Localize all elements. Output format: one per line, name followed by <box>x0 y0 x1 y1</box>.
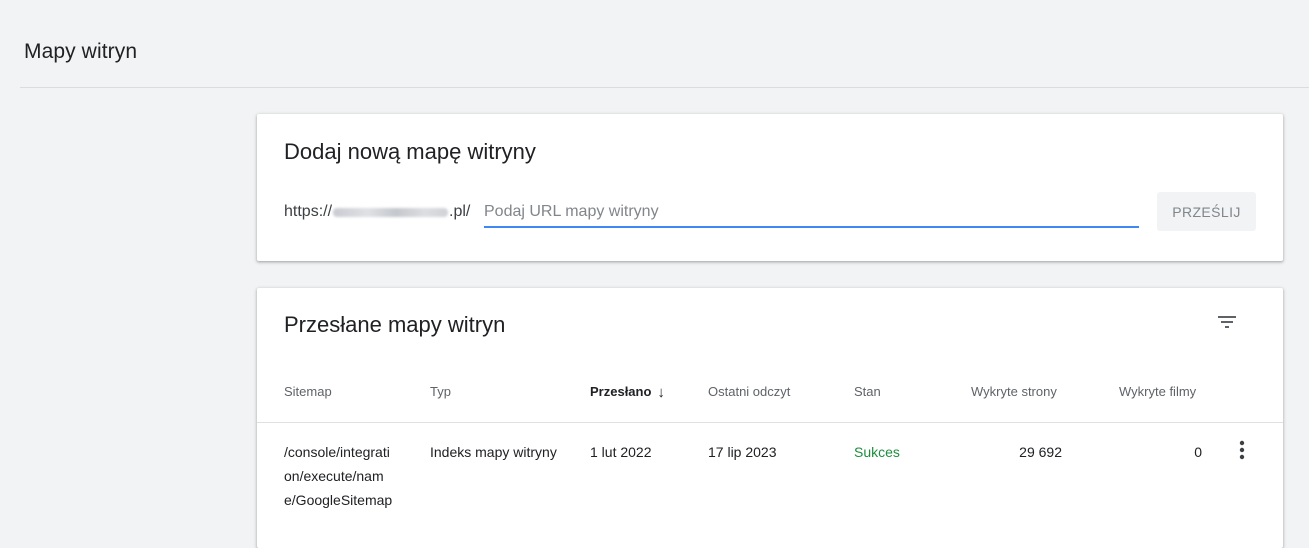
column-header-last-read[interactable]: Ostatni odczyt <box>708 384 790 399</box>
submit-button[interactable]: PRZEŚLIJ <box>1157 192 1256 231</box>
filter-icon[interactable] <box>1215 310 1239 334</box>
url-prefix-scheme: https:// <box>284 203 333 220</box>
column-header-submitted[interactable]: Przesłano ↓ <box>590 384 665 401</box>
sitemap-url-input[interactable] <box>484 198 1139 228</box>
url-prefix: https:// .pl/ <box>284 203 470 221</box>
page-title: Mapy witryn <box>24 40 138 63</box>
cell-pages: 29 692 <box>1019 444 1062 460</box>
cell-status: Sukces <box>854 444 900 460</box>
submitted-sitemaps-card: Przesłane mapy witryn Sitemap Typ Przesł… <box>257 288 1283 548</box>
column-header-type[interactable]: Typ <box>430 384 451 399</box>
column-header-status[interactable]: Stan <box>854 384 881 399</box>
sort-descending-icon: ↓ <box>657 384 665 401</box>
cell-last-read: 17 lip 2023 <box>708 444 777 460</box>
column-header-sitemap[interactable]: Sitemap <box>284 384 332 399</box>
add-sitemap-title: Dodaj nową mapę witryny <box>284 139 536 164</box>
cell-sitemap: /console/integration/execute/name/Google… <box>284 444 393 508</box>
header-divider <box>20 87 1309 88</box>
column-header-submitted-label: Przesłano <box>590 384 652 399</box>
submitted-sitemaps-title: Przesłane mapy witryn <box>284 312 506 337</box>
more-vert-icon[interactable] <box>1232 438 1252 462</box>
add-sitemap-card: Dodaj nową mapę witryny https:// .pl/ PR… <box>257 114 1283 261</box>
cell-type: Indeks mapy witryny <box>430 444 557 460</box>
cell-videos: 0 <box>1194 444 1202 460</box>
table-divider <box>257 422 1283 423</box>
page-header: Mapy witryn <box>0 0 1309 88</box>
blurred-domain <box>333 207 449 217</box>
column-header-pages[interactable]: Wykryte strony <box>971 384 1057 399</box>
cell-submitted: 1 lut 2022 <box>590 444 652 460</box>
url-prefix-tld: .pl/ <box>449 203 471 220</box>
column-header-videos[interactable]: Wykryte filmy <box>1119 384 1196 399</box>
